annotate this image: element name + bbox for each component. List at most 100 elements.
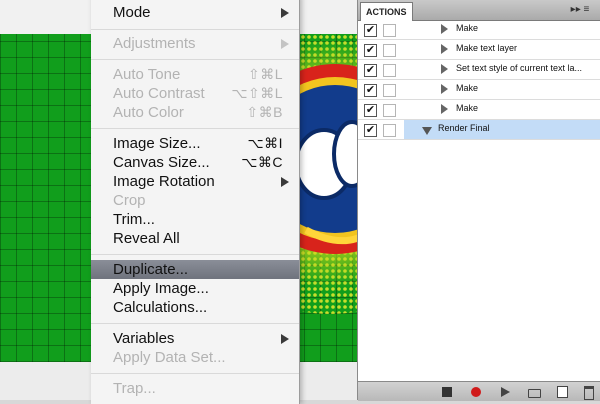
menu-item-apply-data-set[interactable]: Apply Data Set... (91, 348, 299, 367)
toggle-dialog-checkbox[interactable] (383, 64, 396, 77)
toggle-item-checkbox[interactable]: ✔ (364, 124, 377, 137)
toggle-item-checkbox[interactable]: ✔ (364, 44, 377, 57)
image-dropdown-menu: Mode Adjustments Auto Tone ⇧⌘L Auto Cont… (91, 0, 300, 404)
menu-item-shortcut: ⇧⌘L (247, 66, 283, 82)
expand-triangle-icon[interactable] (441, 44, 448, 54)
menu-separator (91, 254, 299, 255)
menu-item-label: Adjustments (113, 35, 196, 52)
action-step-main: Make (404, 20, 600, 39)
menu-item-image-size[interactable]: Image Size... ⌥⌘I (91, 134, 299, 153)
action-step-main: Make (404, 100, 600, 119)
action-step-label: Make (456, 23, 479, 33)
action-step-row[interactable]: ✔ Set text style of current text la... (358, 60, 600, 80)
stop-icon (442, 387, 452, 397)
expand-triangle-icon[interactable] (441, 24, 448, 34)
menu-item-mode[interactable]: Mode (91, 3, 299, 22)
menu-item-label: Variables (113, 330, 175, 347)
menu-item-adjustments[interactable]: Adjustments (91, 34, 299, 53)
menu-item-canvas-size[interactable]: Canvas Size... ⌥⌘C (91, 153, 299, 172)
action-step-main: Make (404, 80, 600, 99)
action-step-main: Set text style of current text la... (404, 60, 600, 79)
panel-menu-icon[interactable]: ▸▸ ≡ (568, 4, 592, 16)
menu-separator (91, 29, 299, 30)
record-button[interactable] (470, 386, 482, 398)
menu-item-label: Duplicate... (113, 261, 189, 278)
menu-item-label: Crop (113, 192, 146, 209)
menu-item-label: Reveal All (113, 230, 180, 247)
action-set-row[interactable]: ✔ Render Final (358, 120, 600, 140)
menu-separator (91, 59, 299, 60)
delete-button[interactable] (582, 386, 594, 400)
menu-item-calculations[interactable]: Calculations... (91, 298, 299, 317)
menu-item-auto-contrast[interactable]: Auto Contrast ⌥⇧⌘L (91, 84, 299, 103)
menu-item-label: Calculations... (113, 299, 208, 316)
menu-item-label: Image Size... (113, 135, 201, 152)
menu-item-shortcut: ⌥⇧⌘L (231, 85, 283, 101)
menu-item-label: Auto Tone (113, 66, 181, 83)
toggle-item-checkbox[interactable]: ✔ (364, 104, 377, 117)
toggle-item-checkbox[interactable]: ✔ (364, 84, 377, 97)
menu-separator (91, 323, 299, 324)
panel-footer-toolbar (358, 381, 600, 401)
menu-item-label: Mode (113, 4, 151, 21)
action-step-row[interactable]: ✔ Make text layer (358, 40, 600, 60)
menu-item-auto-tone[interactable]: Auto Tone ⇧⌘L (91, 65, 299, 84)
play-button[interactable] (499, 386, 511, 398)
toggle-dialog-checkbox[interactable] (383, 24, 396, 37)
toggle-dialog-checkbox[interactable] (383, 84, 396, 97)
action-step-label: Make (456, 83, 479, 93)
tab-actions[interactable]: ACTIONS (360, 2, 413, 21)
toggle-item-checkbox[interactable]: ✔ (364, 64, 377, 77)
play-icon (501, 387, 510, 397)
menu-item-trap[interactable]: Trap... (91, 379, 299, 398)
new-page-icon (557, 386, 568, 398)
new-set-button[interactable] (528, 386, 541, 398)
action-step-row[interactable]: ✔ Make (358, 100, 600, 120)
toggle-dialog-checkbox[interactable] (383, 104, 396, 117)
new-action-button[interactable] (557, 386, 569, 398)
menu-item-label: Apply Image... (113, 280, 209, 297)
collapse-triangle-icon[interactable] (422, 127, 432, 135)
menu-separator (91, 373, 299, 374)
menu-item-label: Canvas Size... (113, 154, 210, 171)
menu-item-label: Trim... (113, 211, 155, 228)
toggle-dialog-checkbox[interactable] (383, 124, 396, 137)
submenu-arrow-icon (281, 177, 289, 187)
action-step-row[interactable]: ✔ Make (358, 20, 600, 40)
menu-item-shortcut: ⌥⌘I (247, 135, 283, 151)
menu-item-label: Apply Data Set... (113, 349, 226, 366)
stop-button[interactable] (441, 386, 453, 398)
action-step-label: Set text style of current text la... (456, 63, 583, 73)
menu-item-variables[interactable]: Variables (91, 329, 299, 348)
menu-item-auto-color[interactable]: Auto Color ⇧⌘B (91, 103, 299, 122)
menu-item-apply-image[interactable]: Apply Image... (91, 279, 299, 298)
menu-item-label: Auto Color (113, 104, 184, 121)
menu-item-image-rotation[interactable]: Image Rotation (91, 172, 299, 191)
menu-item-label: Image Rotation (113, 173, 215, 190)
action-set-main: Render Final (404, 120, 600, 139)
menu-separator (91, 128, 299, 129)
toggle-dialog-checkbox[interactable] (383, 44, 396, 57)
action-step-label: Make (456, 103, 479, 113)
expand-triangle-icon[interactable] (441, 84, 448, 94)
menu-item-shortcut: ⇧⌘B (246, 104, 283, 120)
expand-triangle-icon[interactable] (441, 64, 448, 74)
menu-item-label: Auto Contrast (113, 85, 205, 102)
action-step-row[interactable]: ✔ Make (358, 80, 600, 100)
menu-item-crop[interactable]: Crop (91, 191, 299, 210)
folder-icon (528, 389, 541, 398)
action-step-label: Make text layer (456, 43, 518, 53)
menu-item-duplicate[interactable]: Duplicate... (91, 260, 299, 279)
panel-header: ACTIONS ▸▸ ≡ (358, 0, 600, 21)
trash-icon (584, 386, 594, 400)
toggle-item-checkbox[interactable]: ✔ (364, 24, 377, 37)
expand-triangle-icon[interactable] (441, 104, 448, 114)
menu-item-trim[interactable]: Trim... (91, 210, 299, 229)
menu-item-reveal-all[interactable]: Reveal All (91, 229, 299, 248)
actions-panel: ACTIONS ▸▸ ≡ ✔ Make ✔ Make text layer ✔ (357, 0, 600, 401)
record-icon (471, 387, 481, 397)
submenu-arrow-icon (281, 39, 289, 49)
menu-item-shortcut: ⌥⌘C (241, 154, 283, 170)
submenu-arrow-icon (281, 8, 289, 18)
action-step-main: Make text layer (404, 40, 600, 59)
